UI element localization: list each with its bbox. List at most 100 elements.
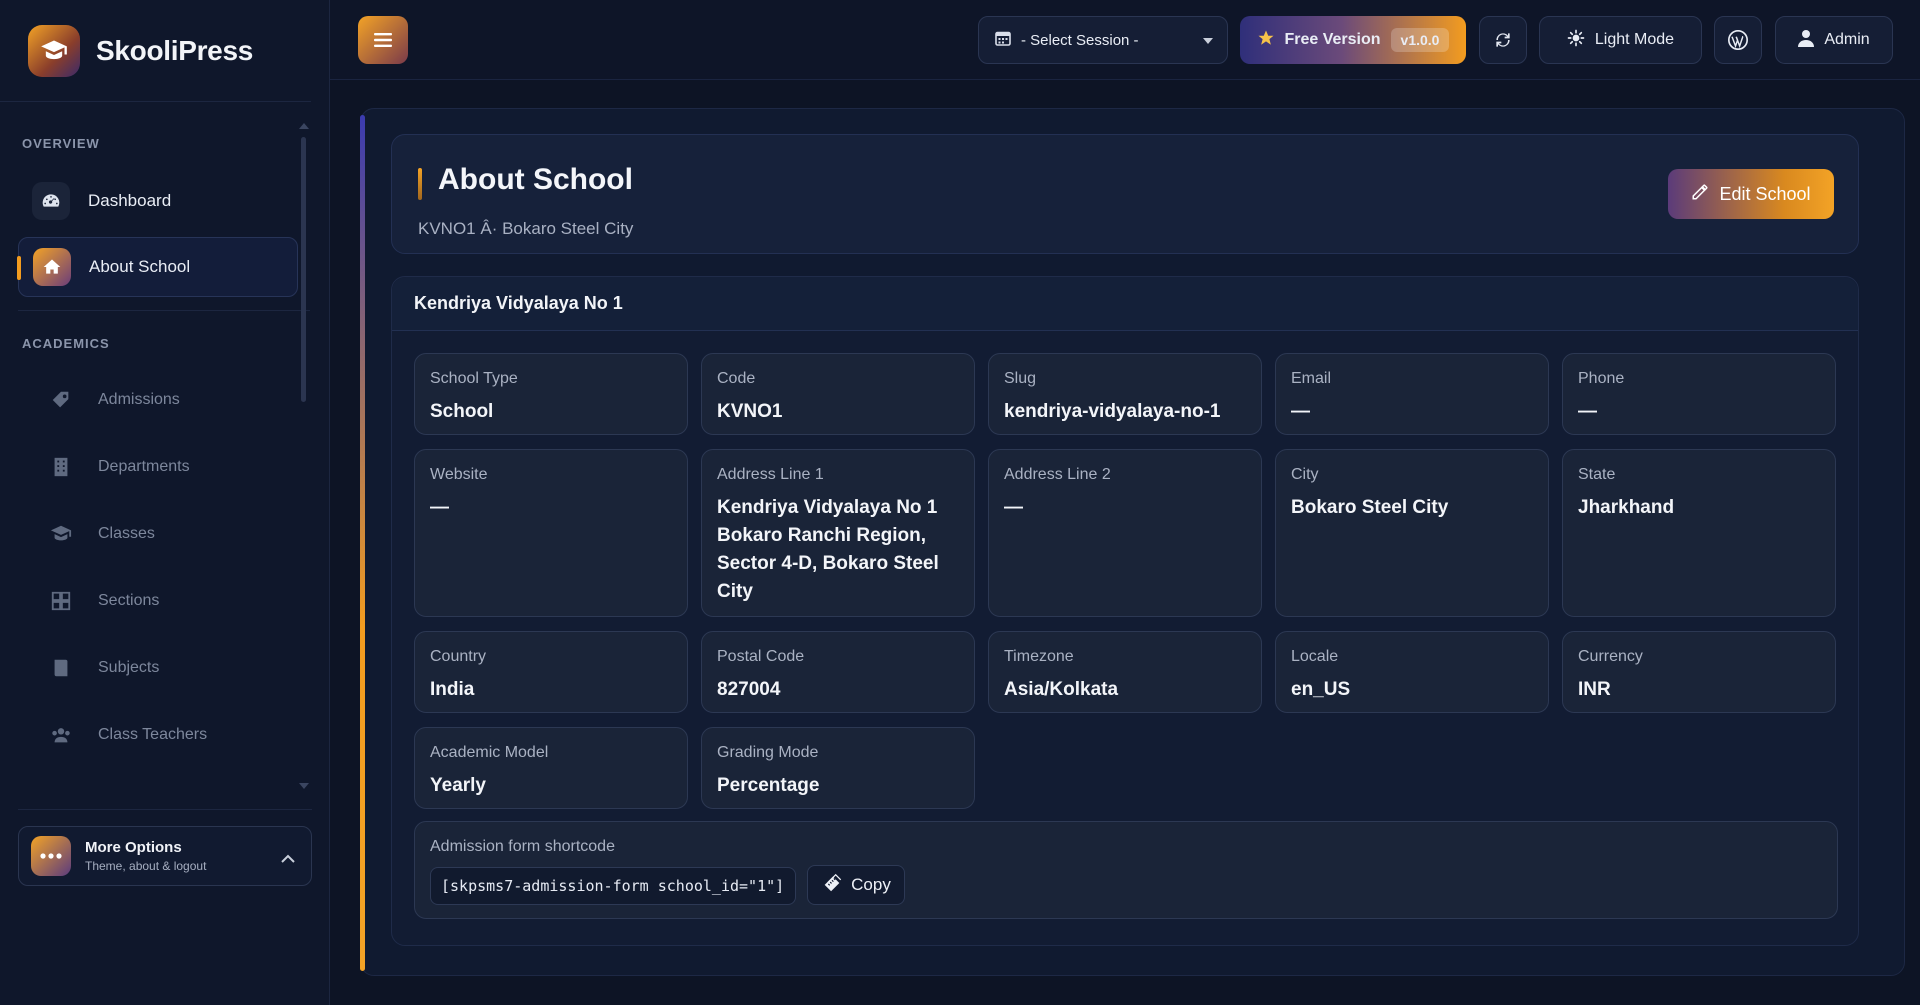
school-info-card: Kendriya Vidyalaya No 1 School Type Scho… [391, 276, 1859, 946]
calendar-icon [995, 30, 1011, 51]
field-label: Grading Mode [717, 744, 819, 761]
field-label: Website [430, 466, 488, 483]
field-phone: Phone — [1562, 353, 1836, 435]
chevron-up-icon [281, 851, 295, 869]
field-school-type: School Type School [414, 353, 688, 435]
sidebar-item-classes[interactable]: Classes [28, 504, 308, 564]
field-value: — [1004, 497, 1023, 518]
sidebar: SkooliPress OVERVIEW Dashboard About Sch… [0, 0, 330, 1005]
more-options-title: More Options [85, 839, 182, 856]
field-timezone: Timezone Asia/Kolkata [988, 631, 1262, 713]
page-subtitle: KVNO1 Â· Bokaro Steel City [418, 219, 634, 238]
ellipsis-icon [31, 836, 71, 876]
version-badge: v1.0.0 [1390, 28, 1450, 52]
field-postal-code: Postal Code 827004 [701, 631, 975, 713]
sidebar-item-label: Dashboard [88, 191, 172, 210]
sidebar-item-label: Class Teachers [98, 726, 208, 743]
field-city: City Bokaro Steel City [1275, 449, 1549, 617]
copy-shortcode-button[interactable]: Copy [807, 865, 905, 905]
field-value: — [1578, 401, 1597, 422]
field-label: Email [1291, 370, 1332, 387]
field-grading-mode: Grading Mode Percentage [701, 727, 975, 809]
field-label: Postal Code [717, 648, 805, 665]
free-version-button[interactable]: Free Version v1.0.0 [1240, 16, 1466, 64]
sidebar-item-subjects[interactable]: Subjects [28, 638, 308, 698]
field-label: Address Line 2 [1004, 466, 1111, 483]
field-value: School [430, 401, 494, 422]
field-value: Jharkhand [1578, 497, 1675, 518]
shortcode-label: Admission form shortcode [430, 838, 615, 855]
scroll-down-arrow[interactable] [299, 783, 309, 789]
field-value: India [430, 679, 475, 700]
nav-divider [18, 310, 310, 311]
sidebar-item-admissions[interactable]: Admissions [28, 370, 308, 430]
field-value: Bokaro Steel City [1291, 497, 1449, 518]
field-website: Website — [414, 449, 688, 617]
section-overview: OVERVIEW [22, 136, 100, 151]
edit-school-button[interactable]: Edit School [1668, 169, 1834, 219]
free-version-label: Free Version [1284, 31, 1381, 48]
brand-name: SkooliPress [96, 34, 254, 66]
field-value: 827004 [717, 679, 781, 700]
gauge-icon [32, 182, 70, 220]
light-mode-label: Light Mode [1594, 31, 1675, 48]
title-accent [418, 168, 422, 200]
wordpress-button[interactable] [1714, 16, 1762, 64]
field-value: en_US [1291, 679, 1351, 700]
sidebar-item-label: About School [89, 257, 191, 276]
more-options-button[interactable]: More Options Theme, about & logout [18, 826, 312, 886]
sidebar-item-sections[interactable]: Sections [28, 571, 308, 631]
field-value: KVNO1 [717, 401, 783, 422]
graduation-cap-icon [28, 24, 80, 77]
field-value: — [430, 497, 449, 518]
sidebar-item-label: Classes [98, 525, 155, 542]
book-icon [42, 649, 80, 687]
topbar: - Select Session - Free Version v1.0.0 L… [330, 0, 1920, 80]
sidebar-item-label: Departments [98, 458, 190, 475]
sidebar-item-class-teachers[interactable]: Class Teachers [28, 705, 308, 765]
field-value: Kendriya Vidyalaya No 1 Bokaro Ranchi Re… [717, 497, 939, 602]
copy-label: Copy [851, 875, 891, 894]
scroll-up-arrow[interactable] [299, 123, 309, 129]
field-label: Timezone [1004, 648, 1074, 665]
sidebar-scrollbar[interactable] [301, 137, 306, 402]
session-select[interactable]: - Select Session - [978, 16, 1228, 64]
sidebar-item-label: Admissions [98, 391, 180, 408]
field-label: Currency [1578, 648, 1643, 665]
sidebar-nav[interactable]: OVERVIEW Dashboard About School ACADEMIC… [0, 102, 330, 802]
field-email: Email — [1275, 353, 1549, 435]
sidebar-item-label: Sections [98, 592, 160, 609]
edit-school-label: Edit School [1719, 183, 1811, 204]
refresh-icon [1496, 33, 1510, 47]
field-value: Yearly [430, 775, 486, 796]
home-icon [33, 248, 71, 286]
field-value: kendriya-vidyalaya-no-1 [1004, 401, 1221, 422]
brand[interactable]: SkooliPress [0, 0, 311, 102]
field-value: Percentage [717, 775, 820, 796]
field-value: INR [1578, 679, 1611, 700]
field-label: City [1291, 466, 1319, 483]
field-code: Code KVNO1 [701, 353, 975, 435]
star-icon [1257, 29, 1275, 52]
users-icon [42, 716, 80, 754]
admin-user-button[interactable]: Admin [1775, 16, 1893, 64]
menu-toggle-button[interactable] [358, 16, 408, 64]
field-slug: Slug kendriya-vidyalaya-no-1 [988, 353, 1262, 435]
field-state: State Jharkhand [1562, 449, 1836, 617]
shortcode-code[interactable]: [skpsms7-admission-form school_id="1"] [430, 867, 796, 905]
field-locale: Locale en_US [1275, 631, 1549, 713]
sidebar-item-departments[interactable]: Departments [28, 437, 308, 497]
light-mode-button[interactable]: Light Mode [1539, 16, 1702, 64]
hamburger-icon [374, 33, 392, 47]
refresh-button[interactable] [1479, 16, 1527, 64]
field-value: Asia/Kolkata [1004, 679, 1119, 700]
grid-icon [42, 582, 80, 620]
field-label: Country [430, 648, 487, 665]
field-country: Country India [414, 631, 688, 713]
sidebar-item-dashboard[interactable]: Dashboard [18, 171, 298, 231]
sidebar-item-about-school[interactable]: About School [17, 237, 298, 297]
tag-icon [42, 381, 80, 419]
field-label: School Type [430, 370, 518, 387]
more-options-subtitle: Theme, about & logout [85, 859, 207, 873]
admin-label: Admin [1824, 31, 1870, 48]
